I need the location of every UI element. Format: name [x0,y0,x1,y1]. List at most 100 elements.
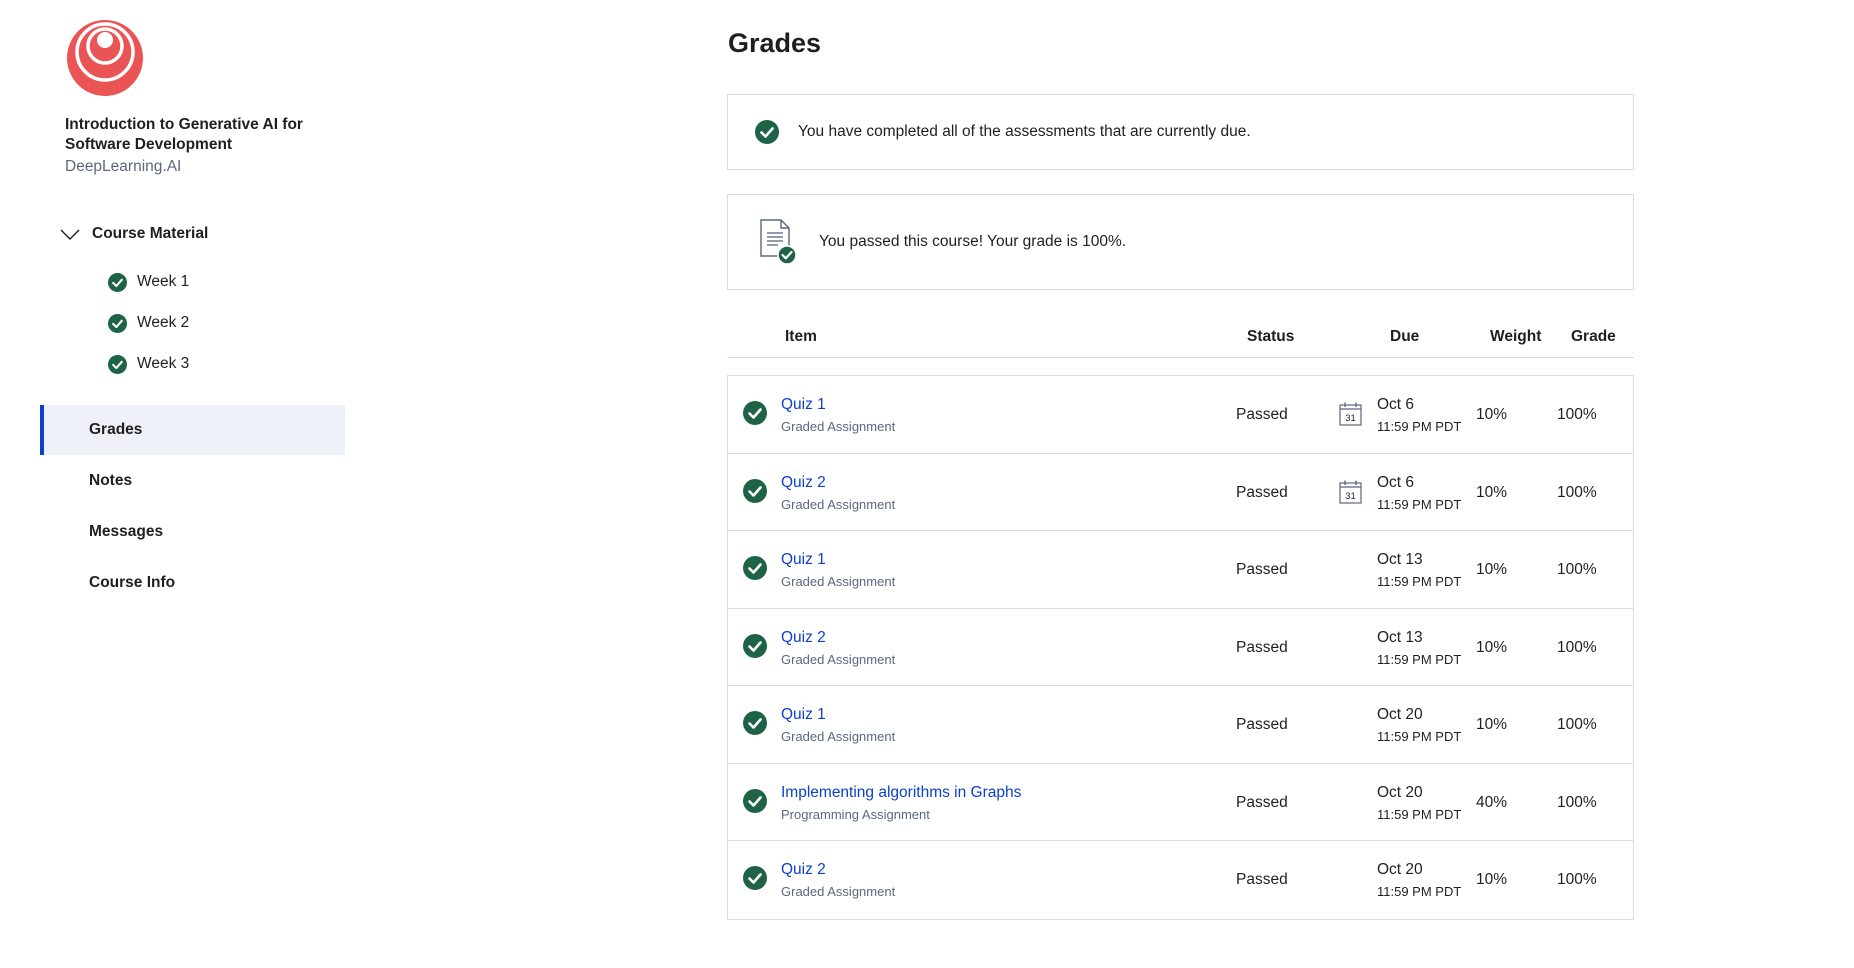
check-circle-icon [743,866,767,890]
weight-value: 40% [1476,793,1508,811]
due-time: 11:59 PM PDT [1377,651,1462,667]
status-text: Passed [1236,561,1288,578]
calendar-icon: 31 [1339,480,1362,504]
check-circle-icon [743,711,767,735]
course-material-toggle[interactable]: Course Material [58,222,208,246]
check-circle-icon [743,633,767,658]
check-circle-icon [108,313,127,333]
sidebar: Introduction to Generative AI for Softwa… [0,0,360,968]
page-title: Grades [728,28,822,58]
assignment-type: Programming Assignment [781,806,930,822]
due-date: Oct 13 [1377,551,1423,568]
check-circle-icon [743,401,767,425]
table-row: Quiz 2 Graded Assignment Passed Oct 20 11:59… [728,841,1633,919]
column-header-due: Due [1390,328,1420,345]
week-label: Week 1 [137,273,190,290]
chevron-down-icon [60,229,80,240]
passed-message: You passed this course! Your grade is 10… [819,233,1127,250]
course-logo [67,20,143,96]
table-row: Quiz 1 Graded Assignment Passed 31 Oct 6 11:5… [728,376,1633,454]
status-text: Passed [1236,638,1288,656]
status-text: Passed [1236,793,1288,811]
calendar-icon: 31 [1339,402,1362,426]
due-time: 11:59 PM PDT [1377,496,1462,512]
grades-table-header: Item Status Due Weight Grade [727,322,1634,358]
nav-grades[interactable]: Grades [40,405,345,455]
table-row: Quiz 2 Graded Assignment Passed Oct 13 11:59… [728,609,1633,686]
table-row: Quiz 1 Graded Assignment Passed Oct 20 11:59… [728,686,1633,764]
due-time: 11:59 PM PDT [1377,729,1462,744]
sidebar-item-week-1[interactable]: Week 1 [108,271,189,293]
due-date: Oct 20 [1377,783,1423,801]
sidebar-item-week-3[interactable]: Week 3 [108,353,189,375]
weight-value: 10% [1476,483,1508,501]
grade-value: 100% [1557,716,1597,733]
grades-table: Quiz 1 Graded Assignment Passed 31 Oct 6 11:5… [727,375,1634,920]
weight-value: 10% [1476,561,1508,578]
assignment-link[interactable]: Implementing algorithms in Graphs [781,784,1021,802]
grade-value: 100% [1557,638,1597,656]
assignment-type: Graded Assignment [781,729,896,744]
check-circle-icon [743,788,767,813]
completed-message: You have completed all of the assessment… [798,123,1251,140]
assignment-type: Graded Assignment [781,496,896,512]
course-organization: DeepLearning.AI [65,158,182,175]
table-row: Quiz 1 Graded Assignment Passed Oct 13 11:59… [728,531,1633,609]
check-circle-icon [743,478,767,503]
weight-value: 10% [1476,638,1508,656]
week-label: Week 2 [137,314,190,331]
weight-value: 10% [1476,406,1508,423]
assignment-link[interactable]: Quiz 1 [781,706,826,724]
course-title: Introduction to Generative AI for Softwa… [65,116,303,153]
table-row: Quiz 2 Graded Assignment Passed 31 Oct 6 11:5… [728,454,1633,531]
calendar-day: 31 [1345,491,1356,502]
column-header-weight: Weight [1490,328,1542,345]
status-text: Passed [1236,406,1288,423]
grade-value: 100% [1557,483,1597,501]
column-header-item: Item [785,328,817,345]
check-circle-icon [108,272,127,292]
due-time: 11:59 PM PDT [1377,884,1462,899]
certificate-document-icon [760,219,797,265]
check-circle-icon [743,556,767,580]
due-date: Oct 13 [1377,628,1423,646]
due-date: Oct 6 [1377,473,1415,491]
grade-value: 100% [1557,561,1597,578]
due-date: Oct 20 [1377,706,1423,723]
assignment-link[interactable]: Quiz 1 [781,551,826,569]
assignment-type: Graded Assignment [781,884,896,899]
assignment-link[interactable]: Quiz 2 [781,629,826,647]
column-header-status: Status [1247,328,1295,345]
assignment-type: Graded Assignment [781,651,896,667]
check-circle-icon [108,354,127,374]
assignment-type: Graded Assignment [781,574,896,589]
status-text: Passed [1236,716,1288,733]
status-text: Passed [1236,871,1288,888]
course-material-label: Course Material [92,225,209,242]
assignment-link[interactable]: Quiz 1 [781,396,826,414]
assignment-link[interactable]: Quiz 2 [781,861,826,879]
weight-value: 10% [1476,716,1508,733]
grade-value: 100% [1557,406,1597,423]
nav-notes[interactable]: Notes [40,456,345,506]
nav-messages[interactable]: Messages [40,507,345,557]
assignment-link[interactable]: Quiz 2 [781,474,826,492]
completed-banner: You have completed all of the assessment… [727,94,1634,170]
grade-value: 100% [1557,793,1597,811]
status-text: Passed [1236,483,1288,501]
weight-value: 10% [1476,871,1508,888]
week-label: Week 3 [137,355,190,372]
grade-value: 100% [1557,871,1597,888]
due-date: Oct 20 [1377,861,1423,878]
table-row: Implementing algorithms in Graphs Program… [728,764,1633,841]
due-time: 11:59 PM PDT [1377,806,1462,822]
due-date: Oct 6 [1377,396,1415,413]
passed-banner: You passed this course! Your grade is 10… [727,194,1634,290]
sidebar-item-week-2[interactable]: Week 2 [108,312,189,334]
due-time: 11:59 PM PDT [1377,419,1462,434]
calendar-day: 31 [1345,413,1356,424]
check-circle-icon [755,120,779,144]
column-header-grade: Grade [1571,328,1616,345]
assignment-type: Graded Assignment [781,419,896,434]
nav-course-info[interactable]: Course Info [40,558,345,608]
